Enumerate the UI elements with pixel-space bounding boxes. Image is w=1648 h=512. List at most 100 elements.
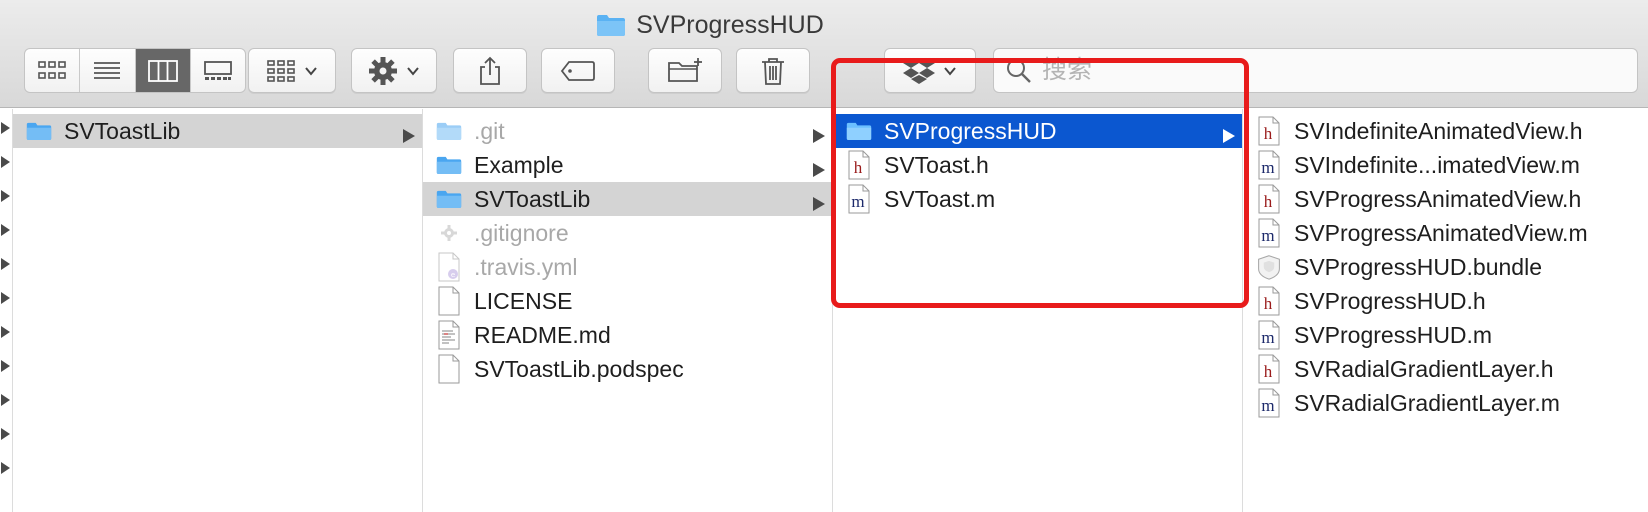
svg-text:h: h [1264,192,1273,211]
m-file-icon: m [1256,320,1282,350]
dropbox-button[interactable] [884,48,976,93]
columns-icon [147,59,178,82]
window-title: SVProgressHUD [636,10,824,39]
file-name: SVProgressAnimatedView.m [1294,219,1588,246]
m-file-icon: m [1256,388,1282,418]
file-row[interactable]: h SVProgressHUD.h [1243,284,1648,318]
list-view-button[interactable] [80,49,136,92]
file-row[interactable]: .git [423,114,832,148]
trash-icon [762,57,784,85]
chevron-down-icon [407,66,419,76]
search-icon [1007,58,1031,83]
yml-file-icon: e [436,252,462,282]
svg-text:h: h [1264,294,1273,313]
disclosure-arrow-icon [1,121,10,134]
file-name: SVProgressHUD.bundle [1294,253,1543,280]
file-name: SVIndefinite...imatedView.m [1294,151,1580,178]
file-name: SVRadialGradientLayer.h [1294,355,1554,382]
file-name: .gitignore [474,219,569,246]
disclosure-arrow-icon [1,359,10,372]
group-by-button[interactable] [248,48,336,93]
disclosure-arrow-icon [1,189,10,202]
file-row[interactable]: LICENSE [423,284,832,318]
file-row[interactable]: m SVProgressAnimatedView.m [1243,216,1648,250]
column-browser: SVToastLib .git Example SVToastLib .gitigno… [0,109,1648,512]
search-input[interactable] [1042,56,1602,85]
disclosure-arrow-icon [1,223,10,236]
h-file-icon: h [846,150,872,180]
share-button[interactable] [453,48,527,93]
column-1: SVToastLib [13,109,423,512]
disclosure-arrow-icon [812,123,826,143]
file-name: SVProgressHUD [884,117,1057,144]
file-name: Example [474,151,564,178]
folder-icon [436,150,462,180]
gallery-view-button[interactable] [191,49,245,92]
folder-icon [846,116,872,146]
m-file-icon: m [846,184,872,214]
folder-icon [597,15,626,36]
disclosure-arrow-icon [1,393,10,406]
parent-column-edge [0,109,13,512]
svg-text:m: m [1261,396,1274,415]
svg-text:h: h [854,158,863,177]
file-row[interactable]: SVToastLib [423,182,832,216]
file-row[interactable]: e .travis.yml [423,250,832,284]
file-row[interactable]: h SVProgressAnimatedView.h [1243,182,1648,216]
h-file-icon: h [1256,286,1282,316]
list-icon [94,61,121,79]
file-row[interactable]: m SVIndefinite...imatedView.m [1243,148,1648,182]
svg-text:m: m [1261,158,1274,177]
file-row[interactable]: m SVToast.m [833,182,1242,216]
gear-file-icon [436,218,462,248]
disclosure-arrow-icon [1,257,10,270]
folder-icon [26,116,52,146]
m-file-icon: m [1256,150,1282,180]
file-row[interactable]: h SVIndefiniteAnimatedView.h [1243,114,1648,148]
file-name: README.md [474,321,611,348]
file-row[interactable]: SVToastLib [13,114,422,148]
icon-view-button[interactable] [25,49,81,92]
tag-button[interactable] [541,48,615,93]
file-row[interactable]: m SVRadialGradientLayer.m [1243,386,1648,420]
window-toolbar: SVProgressHUD [0,0,1648,108]
disclosure-arrow-icon [812,191,826,211]
h-file-icon: h [1256,116,1282,146]
disclosure-arrow-icon [1,461,10,474]
file-row[interactable]: README.md [423,318,832,352]
new-folder-button[interactable] [648,48,722,93]
search-field[interactable] [993,48,1638,93]
svg-text:m: m [1261,328,1274,347]
svg-text:m: m [1261,226,1274,245]
file-row[interactable]: Example [423,148,832,182]
svg-text:h: h [1264,124,1273,143]
file-row[interactable]: SVToastLib.podspec [423,352,832,386]
gear-icon [369,56,397,85]
file-name: SVIndefiniteAnimatedView.h [1294,117,1583,144]
document-icon [436,286,462,316]
file-row[interactable]: .gitignore [423,216,832,250]
disclosure-arrow-icon [1,325,10,338]
column-3: SVProgressHUD h SVToast.h m SVToast.m [833,109,1243,512]
h-file-icon: h [1256,184,1282,214]
file-row[interactable]: SVProgressHUD.bundle [1243,250,1648,284]
trash-button[interactable] [736,48,810,93]
file-row[interactable]: SVProgressHUD [833,114,1242,148]
file-name: .git [474,117,505,144]
tag-icon [560,60,595,81]
disclosure-arrow-icon [1,427,10,440]
document-icon [436,354,462,384]
file-name: SVProgressHUD.h [1294,287,1486,314]
file-row[interactable]: h SVToast.h [833,148,1242,182]
view-mode-segmented-control [24,48,246,93]
folder-icon [436,184,462,214]
column-view-button[interactable] [135,49,191,92]
action-menu-button[interactable] [351,48,437,93]
file-row[interactable]: m SVProgressHUD.m [1243,318,1648,352]
window-title-bar: SVProgressHUD [0,8,1420,42]
m-file-icon: m [1256,218,1282,248]
file-row[interactable]: h SVRadialGradientLayer.h [1243,352,1648,386]
share-icon [480,56,500,85]
file-name: SVToastLib [64,117,181,144]
dropbox-icon [903,57,935,84]
